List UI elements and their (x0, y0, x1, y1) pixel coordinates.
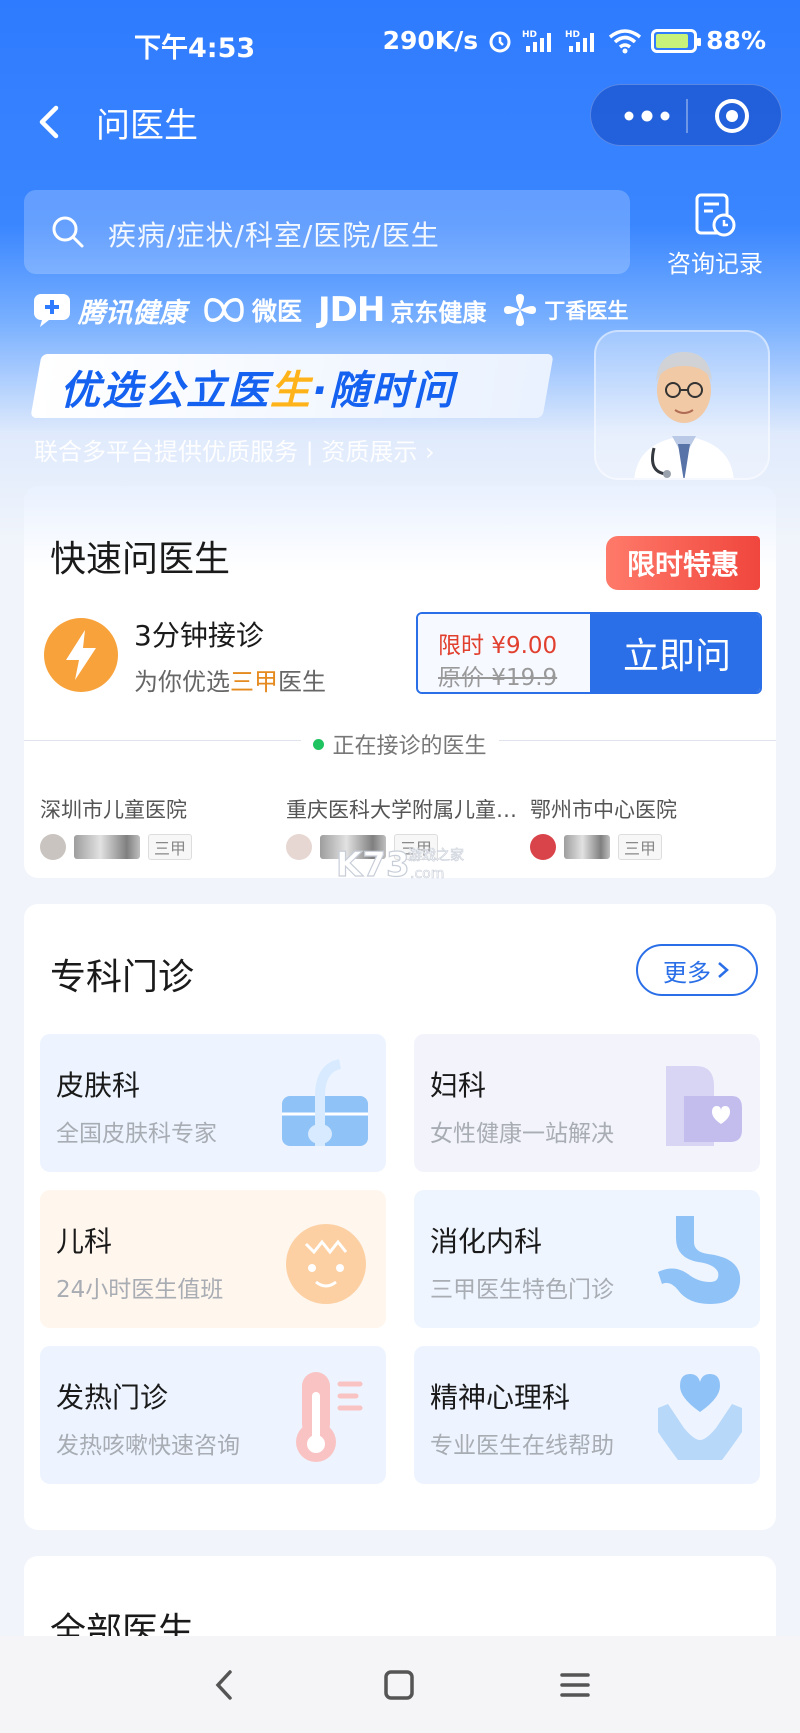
more-button[interactable]: 更多 (636, 944, 758, 996)
hospital-item[interactable]: 深圳市儿童医院 三甲 (40, 794, 275, 860)
specialty-tile-pediatrics[interactable]: 儿科 24小时医生值班 (40, 1190, 386, 1328)
ask-now-button[interactable]: 立即问 (590, 614, 760, 692)
net-speed: 290K/s (382, 26, 479, 55)
jd-health-logo: JDH 京东健康 (318, 290, 487, 330)
search-input[interactable]: 疾病/症状/科室/医院/医生 (24, 190, 630, 274)
back-arrow-icon[interactable] (30, 100, 70, 144)
gynecology-icon (666, 1066, 742, 1146)
search-placeholder: 疾病/症状/科室/医院/医生 (108, 219, 440, 252)
skin-icon (282, 1059, 368, 1146)
battery-percent: 88% (706, 26, 766, 55)
doctor-avatar-small (530, 834, 556, 860)
signal-icon-2: HD (565, 28, 599, 54)
alarm-icon (487, 28, 513, 54)
partner-logos: 腾讯健康 微医 JDH 京东健康 丁香医生 (32, 288, 644, 332)
nav-home-icon[interactable] (380, 1666, 418, 1704)
mini-program-capsule (590, 84, 782, 146)
chevron-right-icon (718, 962, 729, 978)
specialty-tile-gastro[interactable]: 消化内科 三甲医生特色门诊 (414, 1190, 760, 1328)
doctor-avatar (594, 330, 770, 480)
specialty-tile-dermatology[interactable]: 皮肤科 全国皮肤科专家 (40, 1034, 386, 1172)
baby-face-icon (286, 1224, 366, 1304)
wedoctor-logo: 微医 (202, 292, 302, 328)
wifi-icon (608, 28, 642, 54)
system-nav-bar (0, 1636, 800, 1733)
consult-record-button[interactable]: 咨询记录 (660, 192, 770, 279)
battery-icon (651, 28, 702, 53)
doctor-avatar-small (286, 834, 312, 860)
lightning-icon (44, 618, 118, 692)
response-time: 3分钟接诊 (134, 619, 264, 652)
stomach-icon (658, 1216, 741, 1304)
svg-text:HD: HD (565, 30, 580, 40)
doctor-name-blurred (564, 835, 610, 859)
consult-record-label: 咨询记录 (667, 250, 763, 278)
price-now: 限时 ¥9.00 (438, 633, 558, 659)
status-bar: 下午4:53 290K/s HD HD 88% (0, 0, 800, 88)
online-doctors-label: 正在接诊的医生 (24, 728, 776, 760)
hospital-item[interactable]: 鄂州市中心医院 三甲 (530, 794, 765, 860)
specialty-title: 专科门诊 (50, 957, 195, 998)
hospital-item[interactable]: 重庆医科大学附属儿童… 三甲 (286, 794, 521, 860)
record-clock-icon (695, 193, 736, 237)
quick-consult-title: 快速问医生 (50, 539, 231, 580)
ask-now-widget[interactable]: 限时 ¥9.00 原价 ¥19.9 立即问 (416, 612, 762, 694)
search-icon (52, 216, 84, 248)
quick-consult-card: 快速问医生 限时特惠 3分钟接诊 为你优选三甲医生 限时 ¥9.00 原价 ¥1… (24, 486, 776, 878)
online-dot-icon (313, 738, 325, 750)
status-time: 下午4:53 (134, 33, 256, 64)
nav-back-icon[interactable] (206, 1666, 244, 1704)
doctor-name-blurred (74, 835, 140, 859)
more-dots-icon[interactable] (619, 103, 675, 129)
price-original: 原价 ¥19.9 (438, 665, 558, 691)
doctor-avatar-small (40, 834, 66, 860)
thermometer-icon (296, 1372, 363, 1462)
page-title: 问医生 (96, 106, 198, 146)
specialty-tile-psychology[interactable]: 精神心理科 专业医生在线帮助 (414, 1346, 760, 1484)
close-target-icon[interactable] (713, 97, 751, 135)
dxy-logo: 丁香医生 (502, 292, 628, 328)
heart-hands-icon (658, 1374, 742, 1460)
signal-icon-1: HD (522, 28, 556, 54)
qualification-link[interactable]: 联合多平台提供优质服务 | 资质展示 › (34, 432, 435, 467)
tencent-health-logo: 腾讯健康 (32, 291, 186, 330)
specialty-card: 专科门诊 更多 皮肤科 全国皮肤科专家 妇科 女性健康一站解决 儿科 24小时医… (24, 904, 776, 1530)
specialty-tile-fever[interactable]: 发热门诊 发热咳嗽快速咨询 (40, 1346, 386, 1484)
nav-menu-icon[interactable] (556, 1666, 594, 1704)
limited-offer-badge: 限时特惠 (606, 536, 760, 590)
response-sub: 为你优选三甲医生 (134, 668, 326, 696)
slogan: 优选公立医生·随时问 (60, 368, 456, 414)
doctor-name-blurred (320, 835, 386, 859)
specialty-tile-gynecology[interactable]: 妇科 女性健康一站解决 (414, 1034, 760, 1172)
svg-text:HD: HD (522, 30, 537, 40)
